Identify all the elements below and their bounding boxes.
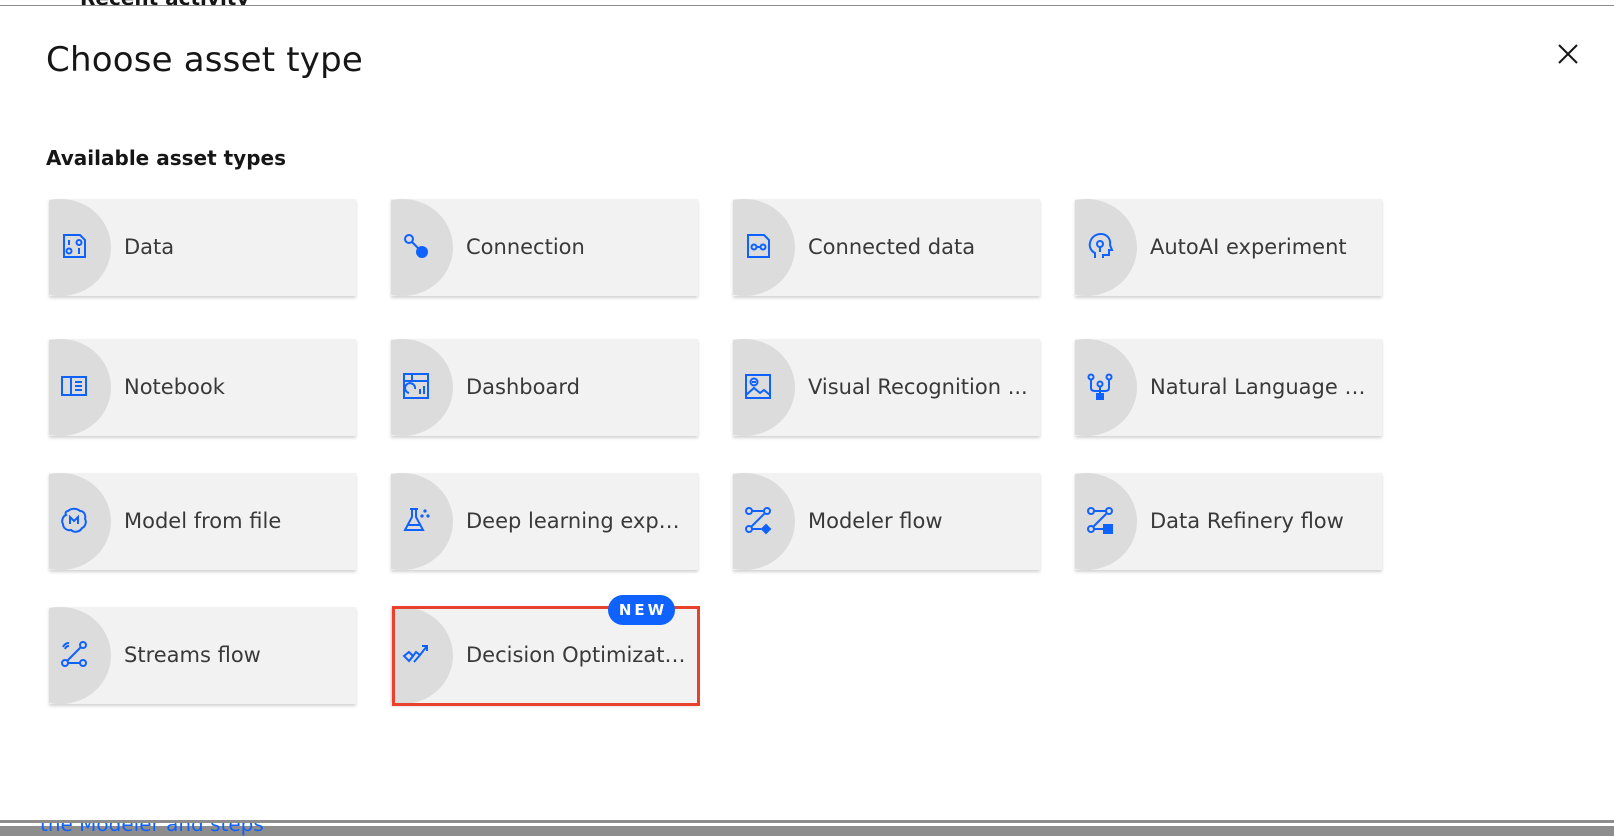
new-badge: NEW: [608, 595, 675, 625]
tile-label: Streams flow: [124, 643, 261, 667]
asset-tile-modeler-flow[interactable]: Modeler flow: [733, 473, 1040, 570]
flask-icon: [399, 503, 433, 537]
asset-tile-connected-data[interactable]: Connected data: [733, 199, 1040, 296]
asset-tile-notebook[interactable]: Notebook: [49, 339, 356, 436]
close-button[interactable]: [1548, 34, 1588, 74]
close-icon: [1557, 43, 1579, 65]
decision-optimization-icon: [399, 637, 433, 671]
asset-tile-visual-recognition[interactable]: Visual Recognition ...: [733, 339, 1040, 436]
connected-data-icon: [741, 229, 775, 263]
tile-label: Notebook: [124, 375, 225, 399]
tile-label: Model from file: [124, 509, 282, 533]
tile-label: Connected data: [808, 235, 976, 259]
asset-tile-natural-language-classifier[interactable]: Natural Language Cl...: [1075, 339, 1382, 436]
modal-title: Choose asset type: [46, 40, 364, 80]
autoai-icon: [1083, 229, 1117, 263]
modeler-flow-icon: [741, 503, 775, 537]
streams-flow-icon: [57, 637, 91, 671]
data-icon: [57, 229, 91, 263]
tile-label: Data: [124, 235, 175, 259]
data-refinery-icon: [1083, 503, 1117, 537]
available-asset-types-heading: Available asset types: [46, 146, 286, 170]
asset-tile-autoai-experiment[interactable]: AutoAI experiment: [1075, 199, 1382, 296]
asset-tile-data-refinery-flow[interactable]: Data Refinery flow: [1075, 473, 1382, 570]
tile-label: Data Refinery flow: [1150, 509, 1344, 533]
tile-label: Modeler flow: [808, 509, 943, 533]
model-icon: [57, 503, 91, 537]
asset-tile-dashboard[interactable]: Dashboard: [391, 339, 698, 436]
tile-label: Connection: [466, 235, 585, 259]
tile-label: Dashboard: [466, 375, 580, 399]
asset-tile-deep-learning-experiment[interactable]: Deep learning experi...: [391, 473, 698, 570]
asset-tile-connection[interactable]: Connection: [391, 199, 698, 296]
natural-language-icon: [1083, 369, 1117, 403]
dashboard-icon: [399, 369, 433, 403]
tile-label: AutoAI experiment: [1150, 235, 1347, 259]
notebook-icon: [57, 369, 91, 403]
tile-label: Deep learning experi...: [466, 509, 688, 533]
connection-icon: [399, 229, 433, 263]
choose-asset-type-modal: Choose asset type Available asset types …: [0, 5, 1614, 823]
asset-tile-streams-flow[interactable]: Streams flow: [49, 607, 356, 704]
visual-recognition-icon: [741, 369, 775, 403]
asset-tile-model-from-file[interactable]: Model from file: [49, 473, 356, 570]
asset-tile-data[interactable]: Data: [49, 199, 356, 296]
tile-label: Natural Language Cl...: [1150, 375, 1372, 399]
tile-label: Visual Recognition ...: [808, 375, 1028, 399]
